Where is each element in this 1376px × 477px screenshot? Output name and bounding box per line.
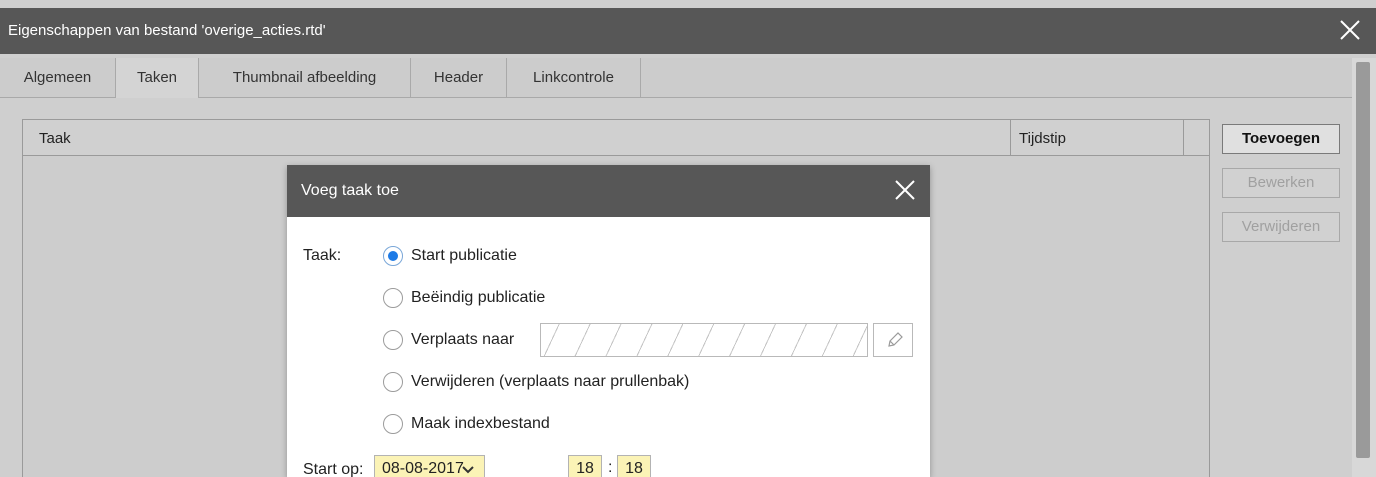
tab-taken[interactable]: Taken (115, 58, 199, 99)
tab-thumbnail-afbeelding[interactable]: Thumbnail afbeelding (199, 58, 411, 98)
close-icon[interactable] (892, 177, 918, 203)
column-header-taak[interactable]: Taak (39, 130, 71, 147)
radio-verwijderen[interactable] (383, 372, 403, 392)
delete-task-button: Verwijderen (1222, 212, 1340, 242)
tab-algemeen[interactable]: Algemeen (0, 58, 116, 98)
dialog-titlebar: Voeg taak toe (287, 165, 930, 217)
column-header-tijdstip[interactable]: Tijdstip (1019, 130, 1066, 147)
scrollbar-thumb[interactable] (1356, 62, 1370, 458)
edit-task-button: Bewerken (1222, 168, 1340, 198)
edit-path-button[interactable] (873, 323, 913, 357)
radio-start-publicatie[interactable] (383, 246, 403, 266)
tab-header[interactable]: Header (411, 58, 507, 98)
start-label: Start op: (303, 461, 364, 477)
option-label-verplaats-naar[interactable]: Verplaats naar (411, 331, 514, 349)
radio-beeindig-publicatie[interactable] (383, 288, 403, 308)
window-title: Eigenschappen van bestand 'overige_actie… (8, 22, 326, 39)
pencil-icon (888, 332, 903, 347)
radio-verplaats-naar[interactable] (383, 330, 403, 350)
start-minute-field[interactable]: 18 (617, 455, 651, 477)
vertical-scrollbar[interactable] (1352, 58, 1376, 477)
column-divider[interactable] (1183, 120, 1184, 156)
column-divider[interactable] (1010, 120, 1011, 156)
add-task-button[interactable]: Toevoegen (1222, 124, 1340, 154)
option-label-maak-indexbestand[interactable]: Maak indexbestand (411, 415, 550, 433)
option-label-verwijderen[interactable]: Verwijderen (verplaats naar prullenbak) (411, 373, 689, 391)
tab-linkcontrole[interactable]: Linkcontrole (507, 58, 641, 98)
task-list-header: Taak Tijdstip (23, 120, 1209, 156)
task-type-label: Taak: (303, 247, 342, 264)
option-label-start-publicatie[interactable]: Start publicatie (411, 247, 517, 265)
move-target-field[interactable] (540, 323, 868, 357)
window-titlebar: Eigenschappen van bestand 'overige_actie… (0, 8, 1376, 54)
tab-bar: Algemeen Taken Thumbnail afbeelding Head… (0, 58, 1352, 99)
start-date-select[interactable]: 08-08-2017 (374, 455, 485, 477)
chevron-down-icon (462, 466, 474, 474)
start-date-value: 08-08-2017 (382, 460, 464, 477)
start-hour-field[interactable]: 18 (568, 455, 602, 477)
close-icon[interactable] (1336, 16, 1364, 44)
add-task-dialog: Voeg taak toe Taak: Start publicatie Beë… (287, 165, 930, 477)
time-separator: : (608, 459, 613, 476)
dialog-title: Voeg taak toe (301, 182, 399, 199)
option-label-beeindig-publicatie[interactable]: Beëindig publicatie (411, 289, 545, 307)
radio-maak-indexbestand[interactable] (383, 414, 403, 434)
